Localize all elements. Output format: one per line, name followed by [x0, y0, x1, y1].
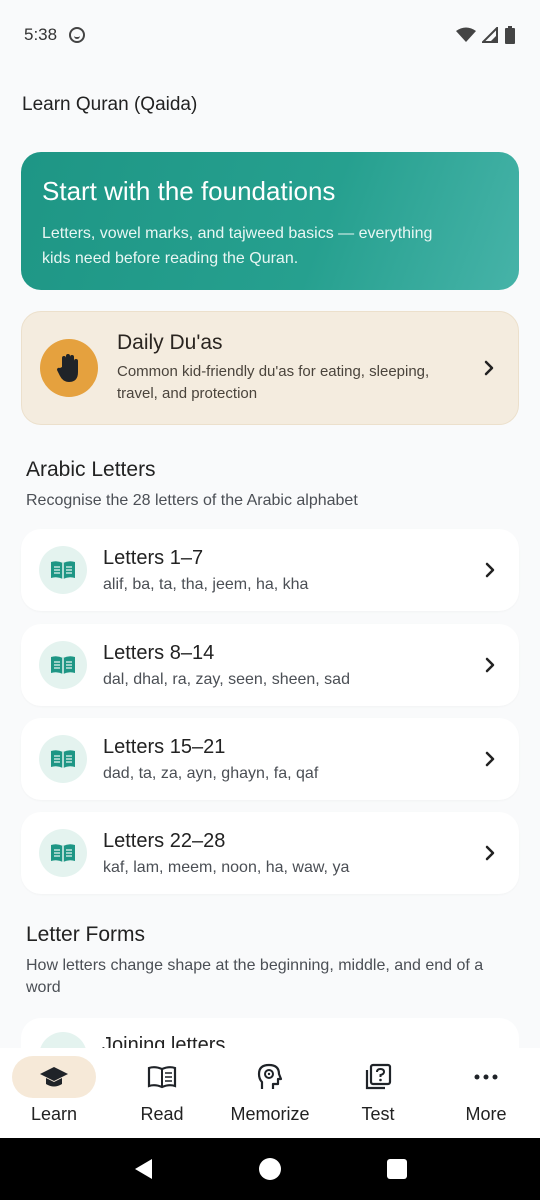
home-icon[interactable]	[258, 1157, 282, 1181]
open-book-icon	[147, 1066, 177, 1089]
letters-group-card[interactable]: Letters 15–21 dad, ta, za, ayn, ghayn, f…	[21, 718, 519, 800]
chevron-right-icon	[479, 748, 501, 770]
letters-group-subtitle: dad, ta, za, ayn, ghayn, fa, qaf	[103, 764, 319, 782]
letters-group-subtitle: dal, dhal, ra, zay, seen, sheen, sad	[103, 670, 350, 688]
hero-subtitle: Letters, vowel marks, and tajweed basics…	[42, 225, 433, 267]
letters-group-text: Letters 15–21 dad, ta, za, ayn, ghayn, f…	[103, 736, 479, 783]
status-icons	[456, 26, 516, 44]
letters-group-card[interactable]: Letters 1–7 alif, ba, ta, tha, jeem, ha,…	[21, 529, 519, 611]
letters-group-card[interactable]: Letters 8–14 dal, dhal, ra, zay, seen, s…	[21, 624, 519, 706]
daily-duas-title: Daily Du'as	[117, 331, 223, 354]
letters-group-text: Letters 8–14 dal, dhal, ra, zay, seen, s…	[103, 642, 479, 689]
nav-memorize[interactable]: Memorize	[216, 1048, 324, 1138]
chevron-right-icon	[479, 559, 501, 581]
letters-group-title: Letters 8–14	[103, 641, 215, 664]
battery-icon	[505, 26, 515, 44]
system-nav-bar	[0, 1138, 540, 1200]
back-icon[interactable]	[132, 1157, 154, 1181]
raised-hand-icon	[40, 339, 98, 397]
nav-more-pill	[444, 1056, 528, 1098]
letters-group-subtitle: alif, ba, ta, tha, jeem, ha, kha	[103, 575, 309, 593]
letters-group-title: Letters 1–7	[103, 546, 204, 569]
nav-memorize-pill	[228, 1056, 312, 1098]
arabic-letters-subtitle: Recognise the 28 letters of the Arabic a…	[26, 492, 358, 509]
nav-read-label: Read	[140, 1104, 184, 1124]
chevron-right-icon	[479, 654, 501, 676]
nav-learn-label: Learn	[30, 1104, 78, 1124]
nav-read[interactable]: Read	[108, 1048, 216, 1138]
book-icon	[39, 641, 87, 689]
nav-more-label: More	[465, 1104, 507, 1124]
letters-group-card[interactable]: Letters 22–28 kaf, lam, meem, noon, ha, …	[21, 812, 519, 894]
hero-banner: Start with the foundations Letters, vowe…	[21, 152, 519, 290]
nav-memorize-label: Memorize	[230, 1104, 310, 1124]
nav-test[interactable]: Test	[324, 1048, 432, 1138]
bottom-nav: Learn Read Memorize Test More	[0, 1048, 540, 1138]
book-icon	[39, 546, 87, 594]
letters-group-title: Letters 15–21	[103, 735, 226, 758]
nav-read-pill	[120, 1056, 204, 1098]
letters-group-text: Letters 22–28 kaf, lam, meem, noon, ha, …	[103, 830, 479, 877]
notification-icon	[69, 27, 86, 43]
book-icon	[39, 735, 87, 783]
more-dots-icon	[474, 1074, 498, 1080]
quiz-icon	[365, 1063, 392, 1090]
nav-learn[interactable]: Learn	[0, 1048, 108, 1138]
page-title: Learn Quran (Qaida)	[22, 94, 198, 115]
status-bar: 5:38	[0, 0, 540, 70]
wifi-icon	[456, 27, 476, 42]
letters-group-title: Letters 22–28	[103, 829, 226, 852]
recents-icon[interactable]	[386, 1158, 408, 1180]
nav-test-pill	[336, 1056, 420, 1098]
letters-group-subtitle: kaf, lam, meem, noon, ha, waw, ya	[103, 858, 350, 876]
arabic-letters-title: Arabic Letters	[26, 458, 156, 481]
hero-title: Start with the foundations	[42, 176, 336, 206]
signal-icon	[482, 27, 498, 43]
daily-duas-text: Daily Du'as Common kid-friendly du'as fo…	[117, 331, 478, 405]
letter-forms-subtitle: How letters change shape at the beginnin…	[26, 957, 484, 996]
graduation-cap-icon	[40, 1067, 68, 1087]
nav-learn-pill	[12, 1056, 96, 1098]
book-icon	[39, 829, 87, 877]
daily-duas-card[interactable]: Daily Du'as Common kid-friendly du'as fo…	[21, 311, 519, 425]
chevron-right-icon	[478, 357, 500, 379]
nav-more[interactable]: More	[432, 1048, 540, 1138]
letter-forms-title: Letter Forms	[26, 923, 146, 946]
chevron-right-icon	[479, 842, 501, 864]
brain-head-icon	[257, 1063, 283, 1089]
daily-duas-subtitle: Common kid-friendly du'as for eating, sl…	[117, 363, 430, 402]
letters-group-text: Letters 1–7 alif, ba, ta, tha, jeem, ha,…	[103, 547, 479, 594]
status-time: 5:38	[24, 25, 58, 44]
nav-test-label: Test	[361, 1104, 395, 1124]
